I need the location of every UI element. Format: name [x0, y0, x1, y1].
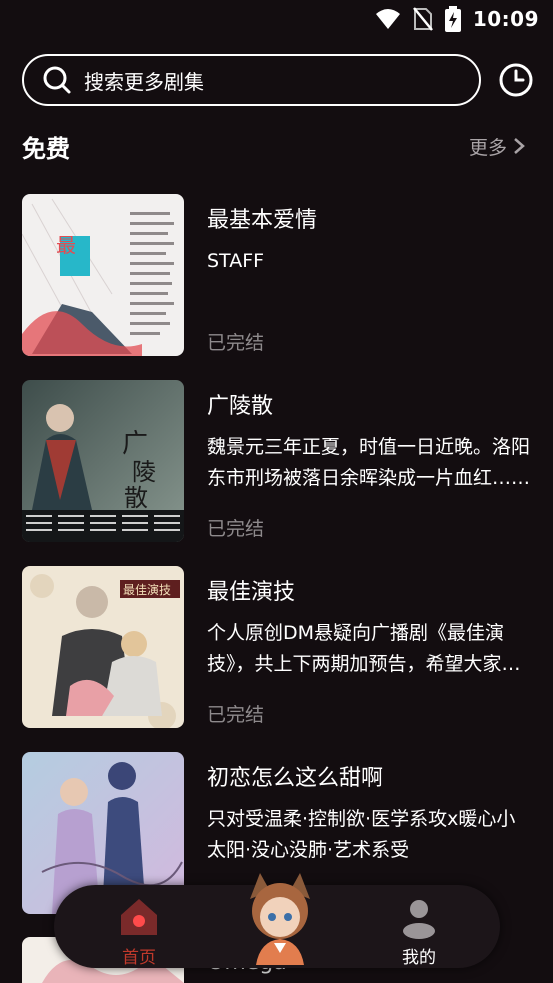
- more-link[interactable]: 更多: [469, 133, 525, 160]
- cover-image: 广 陵 散: [22, 380, 184, 542]
- item-title: 初恋怎么这么甜啊: [207, 766, 384, 791]
- nav-home-label: 首页: [122, 948, 156, 968]
- chevron-right-icon: [514, 138, 525, 154]
- svg-text:陵: 陵: [132, 458, 156, 486]
- item-title: 广陵散: [207, 394, 274, 419]
- list-item[interactable]: 最 最基本爱情 STAFF 已完结: [22, 194, 532, 356]
- search-placeholder: 搜索更多剧集: [84, 69, 204, 94]
- item-status: 已完结: [207, 332, 265, 354]
- nav-me-label: 我的: [402, 948, 436, 968]
- cover-image: 最佳演技: [22, 566, 184, 728]
- svg-text:最: 最: [56, 233, 76, 257]
- item-description: 魏景元三年正夏，时值一日近晚。洛阳东市刑场被落日余晖染成一片血红……: [207, 436, 531, 489]
- item-status: 已完结: [207, 704, 265, 726]
- list-item[interactable]: 广 陵 散 广陵散 魏景元三年正夏，时值一日近晚。洛阳东市刑场被落日余晖染成一片…: [22, 380, 532, 542]
- item-description: STAFF: [207, 250, 265, 272]
- status-bar: 10:09: [0, 0, 553, 38]
- history-clock-icon[interactable]: [498, 62, 534, 98]
- item-status: 已完结: [207, 518, 265, 540]
- search-row: 搜索更多剧集: [22, 54, 534, 106]
- more-label: 更多: [468, 136, 507, 159]
- home-icon: [121, 899, 157, 935]
- item-description: 只对受温柔·控制欲·医学系攻x暖心小太阳·没心没肺·艺术系受: [207, 808, 516, 861]
- bottom-nav: 首页 我的: [54, 873, 500, 968]
- user-icon: [403, 900, 435, 939]
- cover-image: 最: [22, 194, 184, 356]
- battery-charging-icon: [444, 6, 461, 32]
- item-title: 最佳演技: [207, 580, 296, 605]
- wifi-icon: [375, 9, 400, 29]
- section-title: 免费: [22, 134, 70, 163]
- list-item[interactable]: 最佳演技 最佳演技 个人原创DM悬疑向广播剧《最佳演技》，共上下两期加预告，希望…: [22, 566, 532, 728]
- search-icon: [43, 66, 71, 94]
- no-sim-icon: [412, 7, 433, 31]
- status-time: 10:09: [472, 7, 539, 31]
- item-description: 个人原创DM悬疑向广播剧《最佳演技》，共上下两期加预告，希望大家喜欢: [207, 622, 521, 675]
- nav-home[interactable]: 首页: [104, 891, 174, 968]
- mascot-avatar[interactable]: [240, 869, 320, 965]
- section-header: 免费 更多: [22, 126, 525, 166]
- svg-text:散: 散: [124, 484, 148, 512]
- item-title: 最基本爱情: [207, 208, 318, 233]
- svg-text:最佳演技: 最佳演技: [123, 582, 171, 597]
- svg-text:广: 广: [122, 429, 148, 459]
- search-input[interactable]: 搜索更多剧集: [22, 54, 481, 106]
- nav-me[interactable]: 我的: [384, 891, 454, 968]
